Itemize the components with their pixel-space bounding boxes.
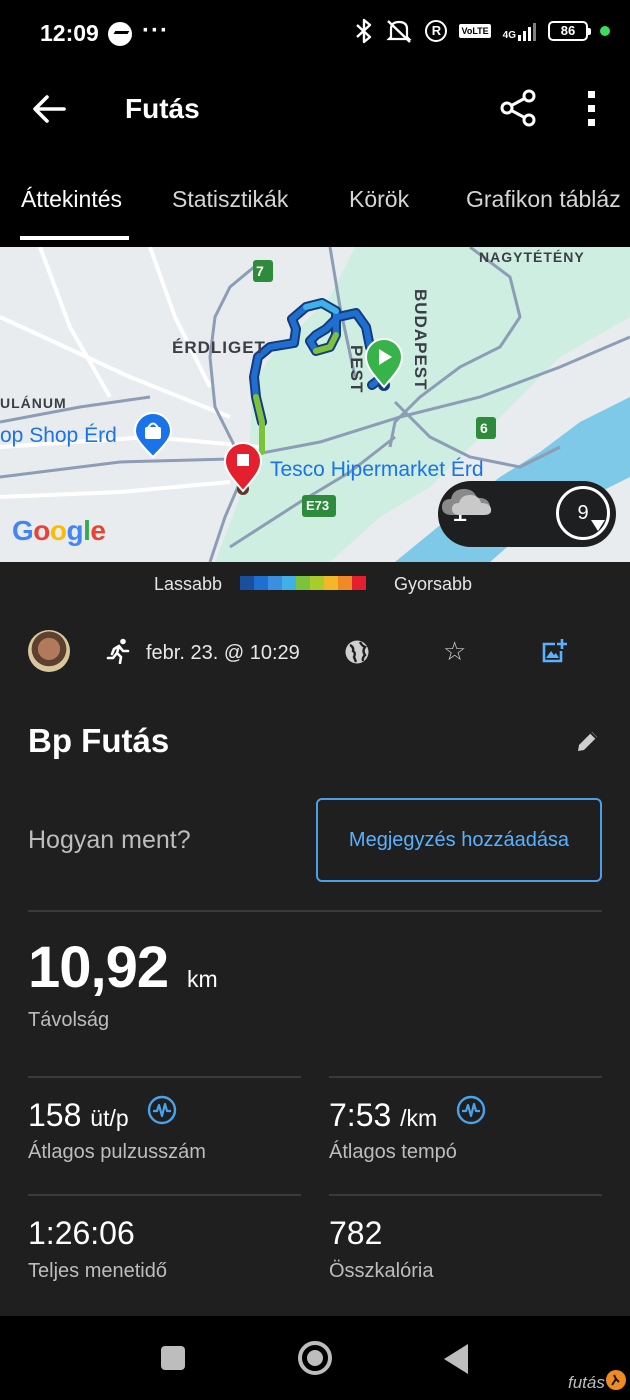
activity-details: febr. 23. @ 10:29 ☆ Bp Futás Hogyan ment… [0, 604, 630, 1316]
heart-rate-chart-icon[interactable] [147, 1095, 177, 1125]
add-photo-icon[interactable] [541, 637, 569, 665]
add-note-button[interactable]: Megjegyzés hozzáadása [316, 798, 602, 882]
legend-swatch [352, 576, 366, 590]
active-tab-indicator [20, 236, 129, 240]
google-logo: Google [12, 515, 106, 546]
back-arrow-icon[interactable] [30, 90, 68, 128]
heart-rate-value: 158 [28, 1097, 82, 1133]
pace-unit: /km [400, 1105, 438, 1131]
status-bar: 12:09 ··· R VoLTE 4G 86 [0, 0, 630, 68]
road-6-label: 6 [480, 420, 488, 436]
legend-swatch [338, 576, 352, 590]
route-map[interactable]: NAGYTÉTÉNY ÉRDLIGET BUDAPEST PEST ULÁNUM… [0, 247, 630, 562]
system-nav-bar: futás [0, 1316, 630, 1400]
elapsed-time-value: 1:26:06 [28, 1215, 135, 1251]
activity-date: febr. 23. @ 10:29 [146, 642, 300, 664]
tab-attekintes[interactable]: Áttekintés [21, 186, 122, 213]
divider [329, 1076, 602, 1078]
legend-faster-label: Gyorsabb [394, 574, 473, 594]
heart-rate-stat: 158 üt/p [28, 1097, 129, 1134]
share-icon[interactable] [498, 88, 538, 128]
globe-icon[interactable] [344, 639, 370, 665]
legend-swatch [324, 576, 338, 590]
distance-label: Távolság [28, 1009, 110, 1031]
running-icon [106, 638, 130, 664]
messenger-icon [108, 22, 132, 46]
map-poi-shop[interactable]: op Shop Érd [0, 424, 117, 448]
legend-swatch [296, 576, 310, 590]
signal-icon: 4G [503, 21, 536, 41]
edit-pencil-icon[interactable] [575, 728, 601, 754]
legend-swatch [268, 576, 282, 590]
legend-swatch [282, 576, 296, 590]
mute-icon [386, 20, 413, 43]
avatar[interactable] [28, 630, 70, 672]
legend-swatch [254, 576, 268, 590]
back-triangle-icon[interactable] [444, 1344, 468, 1374]
distance-value: 10,92 [28, 935, 169, 1000]
pace-value: 7:53 [329, 1097, 392, 1133]
pace-legend: Lassabb Gyorsabb [0, 562, 630, 604]
heart-rate-unit: üt/p [90, 1105, 129, 1131]
map-poi-tesco[interactable]: Tesco Hipermarket Érd [270, 458, 484, 482]
distance-unit: km [187, 966, 218, 992]
road-7-label: 7 [256, 263, 264, 279]
more-vert-icon[interactable] [578, 88, 606, 128]
map-label-pest: PEST [347, 345, 366, 394]
pace-label: Átlagos tempó [329, 1141, 457, 1163]
map-label-nagyteteny: NAGYTÉTÉNY [479, 249, 585, 265]
map-label-erdliget: ÉRDLIGET [172, 338, 266, 357]
legend-color-scale [240, 576, 366, 590]
wind-speed-icon: 9 [556, 486, 610, 540]
legend-swatch [310, 576, 324, 590]
tab-statisztikak[interactable]: Statisztikák [172, 186, 288, 213]
weather-badge[interactable]: 1° 9 [438, 481, 616, 547]
privacy-dot [600, 26, 610, 36]
map-label-budapest: BUDAPEST [411, 289, 430, 391]
legend-swatch [240, 576, 254, 590]
home-circle-icon[interactable] [298, 1341, 332, 1375]
tab-korok[interactable]: Körök [349, 186, 409, 213]
divider [329, 1194, 602, 1196]
map-label-ulanum: ULÁNUM [0, 395, 67, 411]
heart-rate-label: Átlagos pulzusszám [28, 1141, 206, 1163]
divider [28, 910, 602, 912]
cloud-icon [442, 489, 492, 515]
calories-value: 782 [329, 1215, 383, 1251]
status-time: 12:09 [40, 20, 99, 46]
activity-name: Bp Futás [28, 722, 170, 759]
svg-text:futás: futás [568, 1373, 605, 1392]
elapsed-time-label: Teljes menetidő [28, 1260, 167, 1282]
calories-label: Összkalória [329, 1260, 434, 1282]
status-icons: R VoLTE 4G 86 [355, 18, 610, 44]
pace-stat: 7:53 /km [329, 1097, 437, 1134]
tab-bar: Áttekintés Statisztikák Körök Grafikon t… [0, 150, 630, 242]
pace-chart-icon[interactable] [456, 1095, 486, 1125]
recents-square-icon[interactable] [161, 1346, 185, 1370]
watermark-logo: futás [568, 1370, 626, 1392]
divider [28, 1194, 301, 1196]
more-notifications-icon: ··· [142, 17, 169, 44]
app-bar: Futás [0, 68, 630, 150]
bluetooth-icon [356, 18, 372, 44]
battery-icon: 86 [548, 21, 591, 41]
legend-slower-label: Lassabb [154, 574, 223, 594]
page-title: Futás [125, 93, 200, 124]
road-e73-label: E73 [306, 498, 330, 513]
divider [28, 1076, 301, 1078]
tab-grafikon-tablazat[interactable]: Grafikon tábláz [466, 186, 621, 213]
volte-icon: VoLTE [459, 24, 491, 38]
network-type: 4G [502, 30, 516, 41]
how-did-it-go-label: Hogyan ment? [28, 826, 191, 854]
r-icon: R [425, 20, 448, 42]
star-icon[interactable]: ☆ [443, 638, 466, 664]
